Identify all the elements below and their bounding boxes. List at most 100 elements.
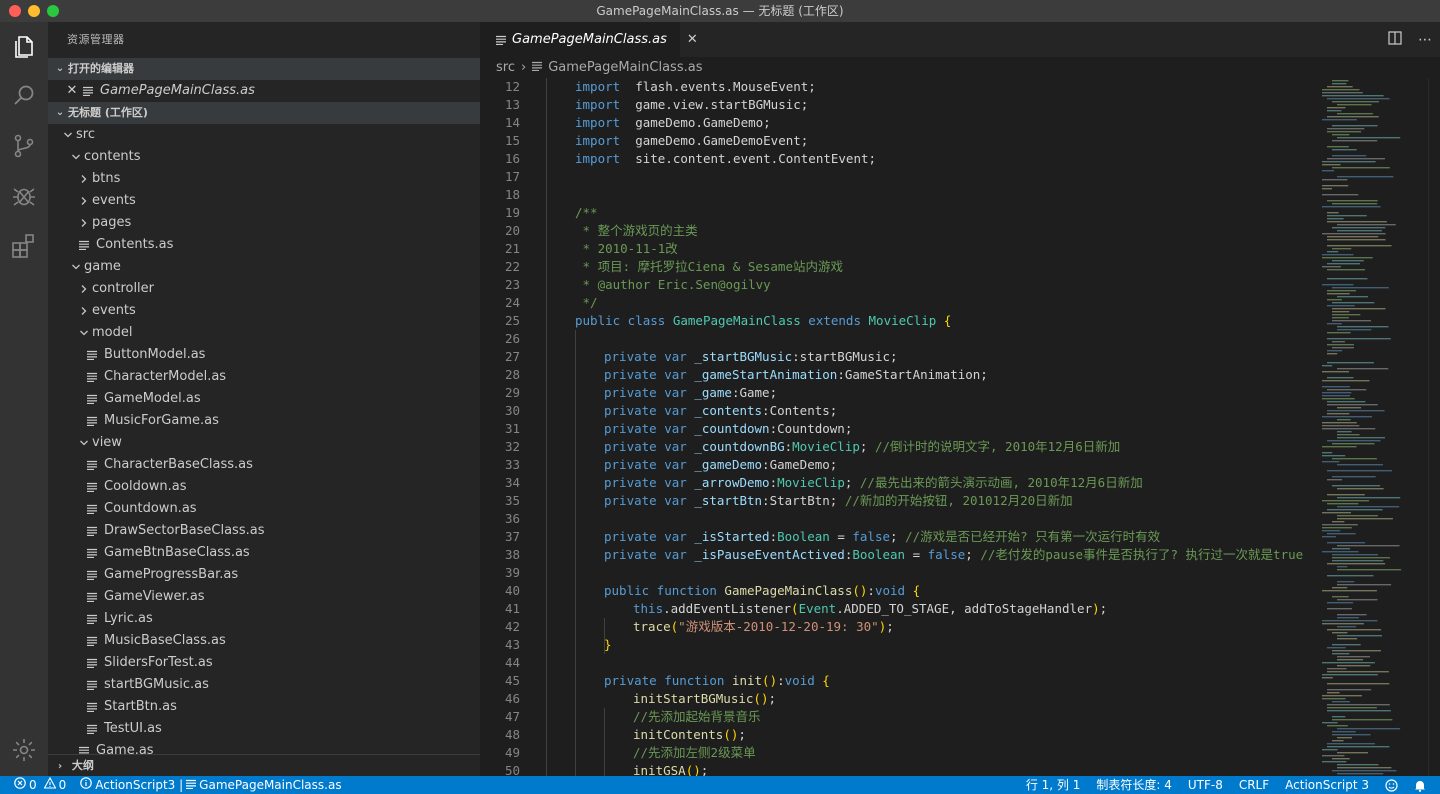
line-ending[interactable]: CRLF [1239, 776, 1269, 794]
close-icon[interactable]: ✕ [64, 80, 80, 102]
breadcrumb-file[interactable]: GamePageMainClass.as [548, 57, 702, 79]
minimap-line [1332, 203, 1378, 205]
minimap-line [1327, 725, 1348, 727]
code-token: game.view.startBGMusic; [620, 97, 809, 112]
problems-indicator[interactable]: 0 0 [14, 776, 66, 794]
search-icon[interactable] [10, 82, 38, 110]
code-token: * 整个游戏页的主类 [575, 223, 698, 238]
minimap-line [1337, 626, 1357, 628]
code-line: 31 private var _countdown:Countdown; [480, 420, 1320, 438]
open-editor-item[interactable]: ✕ GamePageMainClass.as [48, 80, 480, 102]
gear-icon[interactable] [10, 736, 38, 764]
minimap-line [1332, 311, 1350, 313]
file-item[interactable]: GameProgressBar.as [48, 564, 480, 586]
folder-item[interactable]: events [48, 190, 480, 212]
open-editors-header[interactable]: ⌄ 打开的编辑器 [48, 58, 480, 80]
file-item[interactable]: ButtonModel.as [48, 344, 480, 366]
minimap[interactable] [1320, 78, 1428, 776]
minimap-line [1327, 221, 1387, 223]
code-token: */ [575, 295, 598, 310]
folder-item[interactable]: contents [48, 146, 480, 168]
file-item[interactable]: TestUI.as [48, 718, 480, 740]
tab-size[interactable]: 制表符长度: 4 [1096, 776, 1172, 794]
folder-item[interactable]: model [48, 322, 480, 344]
minimap-line [1327, 110, 1342, 112]
files-icon[interactable] [10, 32, 38, 60]
file-item[interactable]: GameViewer.as [48, 586, 480, 608]
code-line: 18 [480, 186, 1320, 204]
file-item[interactable]: SlidersForTest.as [48, 652, 480, 674]
minimap-line [1327, 278, 1368, 280]
outline-header[interactable]: › 大纲 [48, 754, 480, 776]
file-item[interactable]: CharacterBaseClass.as [48, 454, 480, 476]
file-item[interactable]: Contents.as [48, 234, 480, 256]
code-line: 46 initStartBGMusic(); [480, 690, 1320, 708]
maximize-window-button[interactable] [47, 5, 59, 17]
minimap-line [1332, 653, 1350, 655]
extensions-icon[interactable] [10, 232, 38, 260]
more-actions-icon[interactable]: ⋯ [1418, 32, 1432, 48]
code-token: private var [604, 439, 695, 454]
minimap-line [1332, 758, 1350, 760]
folder-item[interactable]: pages [48, 212, 480, 234]
code-token: } [604, 637, 612, 652]
debug-icon[interactable] [10, 182, 38, 210]
line-number: 30 [504, 403, 520, 418]
folder-item[interactable]: btns [48, 168, 480, 190]
code-token: initContents [633, 727, 724, 742]
code-token: private var [604, 475, 695, 490]
minimap-line [1327, 236, 1379, 238]
file-item[interactable]: GameModel.as [48, 388, 480, 410]
code-token: this [633, 601, 664, 616]
close-icon[interactable]: ✕ [687, 32, 698, 47]
editor-scrollbar[interactable] [1428, 78, 1440, 776]
file-item[interactable]: Cooldown.as [48, 476, 480, 498]
line-number: 16 [504, 151, 520, 166]
folder-item[interactable]: events [48, 300, 480, 322]
tree-item-label: GameBtnBaseClass.as [104, 545, 250, 560]
line-number: 12 [504, 79, 520, 94]
folder-item[interactable]: controller [48, 278, 480, 300]
folder-item[interactable]: view [48, 432, 480, 454]
tree-item-label: pages [92, 215, 132, 230]
file-item[interactable]: DrawSectorBaseClass.as [48, 520, 480, 542]
tab-gamepagemainclass[interactable]: GamePageMainClass.as ✕ [480, 22, 698, 57]
code-line: 43} [480, 636, 1320, 654]
code-token: ) [1092, 601, 1100, 616]
minimap-line [1332, 314, 1361, 316]
minimap-line [1332, 587, 1348, 589]
split-editor-icon[interactable] [1388, 30, 1402, 49]
code-editor[interactable]: 12 import flash.events.MouseEvent; 13 impor… [480, 78, 1320, 776]
encoding[interactable]: UTF-8 [1188, 776, 1223, 794]
file-item[interactable]: CharacterModel.as [48, 366, 480, 388]
code-token: void [784, 673, 815, 688]
file-item[interactable]: startBGMusic.as [48, 674, 480, 696]
file-item[interactable]: GameBtnBaseClass.as [48, 542, 480, 564]
minimap-line [1337, 434, 1360, 436]
folder-item[interactable]: game [48, 256, 480, 278]
file-item[interactable]: Countdown.as [48, 498, 480, 520]
file-item[interactable]: Lyric.as [48, 608, 480, 630]
feedback-icon[interactable] [1385, 778, 1398, 792]
file-item[interactable]: MusicBaseClass.as [48, 630, 480, 652]
code-line: 29 private var _game:Game; [480, 384, 1320, 402]
workspace-header[interactable]: ⌄ 无标题 (工作区) [48, 102, 480, 124]
minimap-line [1327, 332, 1351, 334]
code-token: gameDemo.GameDemoEvent; [620, 133, 809, 148]
minimap-line [1327, 503, 1359, 505]
close-window-button[interactable] [9, 5, 21, 17]
language-info[interactable]: ActionScript3 | GamePageMainClass.as [80, 776, 342, 794]
source-control-icon[interactable] [10, 132, 38, 160]
file-lines-icon [84, 658, 100, 668]
minimize-window-button[interactable] [28, 5, 40, 17]
code-token: Event [798, 601, 837, 616]
notifications-icon[interactable] [1414, 779, 1426, 792]
language-mode[interactable]: ActionScript 3 [1285, 776, 1369, 794]
file-item[interactable]: MusicForGame.as [48, 410, 480, 432]
file-item[interactable]: StartBtn.as [48, 696, 480, 718]
breadcrumb-folder[interactable]: src [496, 57, 515, 79]
line-number: 17 [504, 169, 520, 184]
minimap-line [1322, 254, 1354, 256]
cursor-position[interactable]: 行 1, 列 1 [1026, 776, 1081, 794]
folder-item[interactable]: src [48, 124, 480, 146]
